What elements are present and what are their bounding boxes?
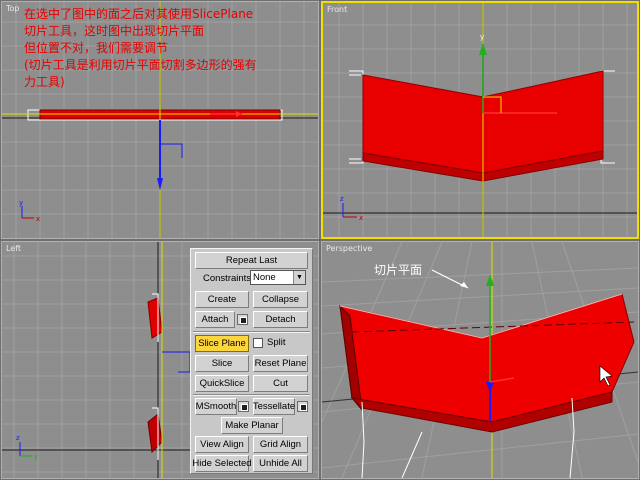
detach-button[interactable]: Detach <box>253 311 308 328</box>
constraints-dropdown[interactable]: None ▼ <box>250 270 306 285</box>
slice-button[interactable]: Slice <box>195 355 249 372</box>
attach-settings-icon[interactable] <box>237 314 248 325</box>
collapse-button[interactable]: Collapse <box>253 291 308 308</box>
svg-text:x: x <box>36 215 40 223</box>
caption-line: 但位置不对，我们需要调节 <box>24 41 169 55</box>
svg-text:z: z <box>16 434 20 442</box>
make-planar-button[interactable]: Make Planar <box>221 417 283 434</box>
separator <box>193 331 310 333</box>
caption-line: 切片工具，这时图中出现切片平面 <box>24 24 205 38</box>
reset-plane-button[interactable]: Reset Plane <box>253 355 308 372</box>
perspective-scene <box>322 242 638 478</box>
unhide-all-button[interactable]: Unhide All <box>253 455 308 472</box>
viewport-label-left[interactable]: Left <box>6 244 21 253</box>
front-scene: y x z <box>323 3 637 237</box>
edit-geometry-panel: Repeat Last Constraints: None ▼ Create C… <box>190 248 313 474</box>
caption-line: (切片工具是利用切片平面切割多边形的强有 <box>24 58 257 72</box>
separator <box>193 394 310 396</box>
split-label: Split <box>267 337 286 348</box>
svg-text:y: y <box>19 199 23 207</box>
tessellate-settings-icon[interactable] <box>297 401 308 412</box>
svg-text:z: z <box>340 195 344 203</box>
chevron-down-icon[interactable]: ▼ <box>293 271 305 284</box>
grid-align-button[interactable]: Grid Align <box>253 436 308 453</box>
create-button[interactable]: Create <box>195 291 249 308</box>
split-checkbox[interactable] <box>253 338 263 348</box>
viewport-label-front[interactable]: Front <box>327 5 347 14</box>
caption-line: 在选中了图中的面之后对其使用SlicePlane <box>24 7 254 21</box>
repeat-last-button[interactable]: Repeat Last <box>195 252 308 269</box>
svg-text:y: y <box>480 33 484 41</box>
viewport-front[interactable]: y x z Front <box>321 1 639 239</box>
quickslice-button[interactable]: QuickSlice <box>195 375 249 392</box>
constraints-value: None <box>253 272 276 283</box>
viewport-perspective[interactable]: Perspective <box>321 241 639 479</box>
constraints-label: Constraints: <box>203 273 254 284</box>
view-align-button[interactable]: View Align <box>195 436 249 453</box>
tutorial-caption: 在选中了图中的面之后对其使用SlicePlane 切片工具，这时图中出现切片平面… <box>24 6 257 91</box>
viewport-label-top[interactable]: Top <box>6 4 20 13</box>
hide-selected-button[interactable]: Hide Selected <box>192 455 252 472</box>
msmooth-button[interactable]: MSmooth <box>195 398 237 415</box>
caption-line: 力工具) <box>24 75 65 89</box>
cut-button[interactable]: Cut <box>253 375 308 392</box>
msmooth-settings-icon[interactable] <box>238 401 249 412</box>
svg-text:y: y <box>34 453 38 461</box>
slice-plane-annotation: 切片平面 <box>374 263 423 277</box>
tessellate-button[interactable]: Tessellate <box>253 398 295 415</box>
slice-plane-button[interactable]: Slice Plane <box>195 335 249 352</box>
svg-text:x: x <box>359 214 363 222</box>
attach-button[interactable]: Attach <box>195 311 235 328</box>
viewport-label-perspective[interactable]: Perspective <box>326 244 372 253</box>
